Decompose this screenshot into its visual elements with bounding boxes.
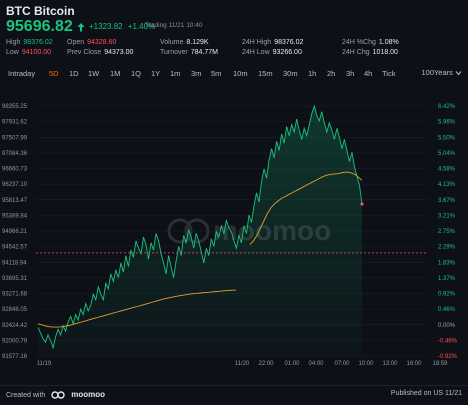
y-tick-label: 94966.21 bbox=[2, 229, 28, 235]
last-price: 95696.82 bbox=[6, 18, 85, 36]
quote-header: BTC Bitcoin 95696.82 +1323.82 +1.40% Tra… bbox=[0, 0, 468, 62]
symbol-title: BTC Bitcoin bbox=[6, 4, 75, 18]
y-tick-label: 92424.42 bbox=[2, 323, 28, 329]
pct-tick-label: 6.42% bbox=[438, 104, 456, 110]
x-tick-label: 22:00 bbox=[258, 361, 274, 365]
stat-open: Open 94328.60 bbox=[67, 39, 117, 46]
tab-10min[interactable]: 10m bbox=[233, 69, 248, 78]
x-tick-label: 11/19 bbox=[37, 361, 52, 365]
pct-tick-label: 2.29% bbox=[438, 245, 456, 251]
tab-15min[interactable]: 15m bbox=[258, 69, 273, 78]
moomoo-logo-icon bbox=[51, 391, 65, 399]
tab-30min[interactable]: 30m bbox=[283, 69, 298, 78]
y-tick-label: 97084.36 bbox=[2, 151, 28, 157]
pct-tick-label: -0.46% bbox=[438, 338, 458, 344]
trading-status: Trading 11/21 10:40 bbox=[145, 22, 203, 29]
tab-1min[interactable]: 1m bbox=[170, 69, 180, 78]
y-tick-label: 97507.99 bbox=[2, 135, 28, 141]
y-tick-label: 98355.25 bbox=[2, 104, 28, 110]
y-tick-label: 93695.31 bbox=[2, 276, 28, 282]
pct-tick-label: 4.58% bbox=[438, 167, 456, 173]
pct-tick-label: 2.75% bbox=[438, 229, 456, 235]
created-with: Created with moomoo bbox=[6, 390, 105, 399]
y-tick-label: 94118.94 bbox=[2, 260, 27, 266]
y-tick-label: 95813.47 bbox=[2, 198, 28, 204]
tab-1h[interactable]: 1h bbox=[308, 69, 316, 78]
pct-tick-label: 0.00% bbox=[438, 323, 456, 329]
change-abs: +1323.82 bbox=[89, 22, 123, 31]
x-tick-label: 07:00 bbox=[334, 361, 350, 365]
tab-3min[interactable]: 3m bbox=[191, 69, 201, 78]
tab-intraday[interactable]: Intraday bbox=[8, 69, 35, 78]
chevron-down-icon bbox=[455, 71, 462, 76]
tab-2h[interactable]: 2h bbox=[327, 69, 335, 78]
pct-tick-label: 1.37% bbox=[438, 276, 456, 282]
pct-tick-label: 3.67% bbox=[438, 198, 456, 204]
x-tick-label: 10:00 bbox=[358, 361, 374, 365]
stat-turnover: Turnover 784.77M bbox=[160, 49, 219, 56]
x-tick-label: 04:00 bbox=[308, 361, 324, 365]
y-tick-label: 94542.57 bbox=[2, 245, 28, 251]
published-info: Published on US 11/21 bbox=[390, 390, 462, 397]
tab-1m[interactable]: 1M bbox=[110, 69, 120, 78]
arrow-up-icon bbox=[77, 22, 85, 32]
brand-logo-text: moomoo bbox=[71, 390, 105, 399]
pct-tick-label: 0.92% bbox=[438, 292, 456, 298]
pct-tick-label: 4.13% bbox=[438, 182, 456, 188]
stat-low: Low 94100.00 bbox=[6, 49, 52, 56]
timeframe-tabs: Intraday 5D 1D 1W 1M 1Q 1Y 1m 3m 5m 10m … bbox=[0, 66, 468, 82]
stat-high: High 98376.02 bbox=[6, 39, 53, 46]
tab-3h[interactable]: 3h bbox=[346, 69, 354, 78]
x-tick-label: 01:00 bbox=[284, 361, 300, 365]
x-tick-label: 11/20 bbox=[235, 361, 250, 365]
tab-4h[interactable]: 4h bbox=[364, 69, 372, 78]
range-selector-label: 100Years bbox=[421, 68, 453, 77]
pct-tick-label: 5.04% bbox=[438, 151, 456, 157]
pct-tick-label: 0.46% bbox=[438, 307, 456, 313]
stat-24h-pct-chg: 24H %Chg 1.08% bbox=[342, 39, 399, 46]
tab-tick[interactable]: Tick bbox=[382, 69, 395, 78]
x-tick-label: 16:00 bbox=[406, 361, 422, 365]
created-with-text: Created with bbox=[6, 392, 46, 399]
stat-24h-chg: 24H Chg 1018.00 bbox=[342, 49, 398, 56]
x-tick-label: 13:00 bbox=[382, 361, 398, 365]
y-tick-label: 92848.05 bbox=[2, 307, 28, 313]
footer: Created with moomoo Published on US 11/2… bbox=[0, 385, 468, 405]
tab-1d[interactable]: 1D bbox=[69, 69, 79, 78]
last-price-value: 95696.82 bbox=[6, 18, 73, 35]
stat-24h-low: 24H Low 93266.00 bbox=[242, 49, 302, 56]
pct-tick-label: 1.83% bbox=[438, 260, 456, 266]
y-tick-label: 93271.68 bbox=[2, 292, 28, 298]
tab-1q[interactable]: 1Q bbox=[131, 69, 141, 78]
tab-5min[interactable]: 5m bbox=[211, 69, 221, 78]
last-price-dot bbox=[360, 202, 364, 206]
pct-tick-label: -0.92% bbox=[438, 354, 458, 360]
stat-volume: Volume 8.129K bbox=[160, 39, 209, 46]
y-tick-label: 95389.84 bbox=[2, 213, 28, 219]
y-tick-label: 92000.79 bbox=[2, 338, 28, 344]
price-chart[interactable]: moomoo 98355.256.42%97931.625.96%97507.9… bbox=[0, 100, 468, 365]
pct-tick-label: 5.50% bbox=[438, 135, 456, 141]
stat-24h-high: 24H High 98376.02 bbox=[242, 39, 304, 46]
y-tick-label: 96237.10 bbox=[2, 182, 28, 188]
tab-1y[interactable]: 1Y bbox=[151, 69, 160, 78]
pct-tick-label: 5.96% bbox=[438, 120, 456, 126]
stat-prev-close: Prev Close 94373.00 bbox=[67, 49, 134, 56]
x-tick-label: 18:59 bbox=[432, 361, 448, 365]
price-chart-svg: moomoo 98355.256.42%97931.625.96%97507.9… bbox=[2, 104, 458, 365]
y-tick-label: 91577.16 bbox=[2, 354, 28, 360]
tab-1w[interactable]: 1W bbox=[88, 69, 99, 78]
range-selector[interactable]: 100Years bbox=[421, 68, 462, 77]
y-tick-label: 96660.73 bbox=[2, 167, 28, 173]
y-tick-label: 97931.62 bbox=[2, 120, 28, 126]
pct-tick-label: 3.21% bbox=[438, 213, 456, 219]
tab-5d[interactable]: 5D bbox=[49, 69, 59, 78]
